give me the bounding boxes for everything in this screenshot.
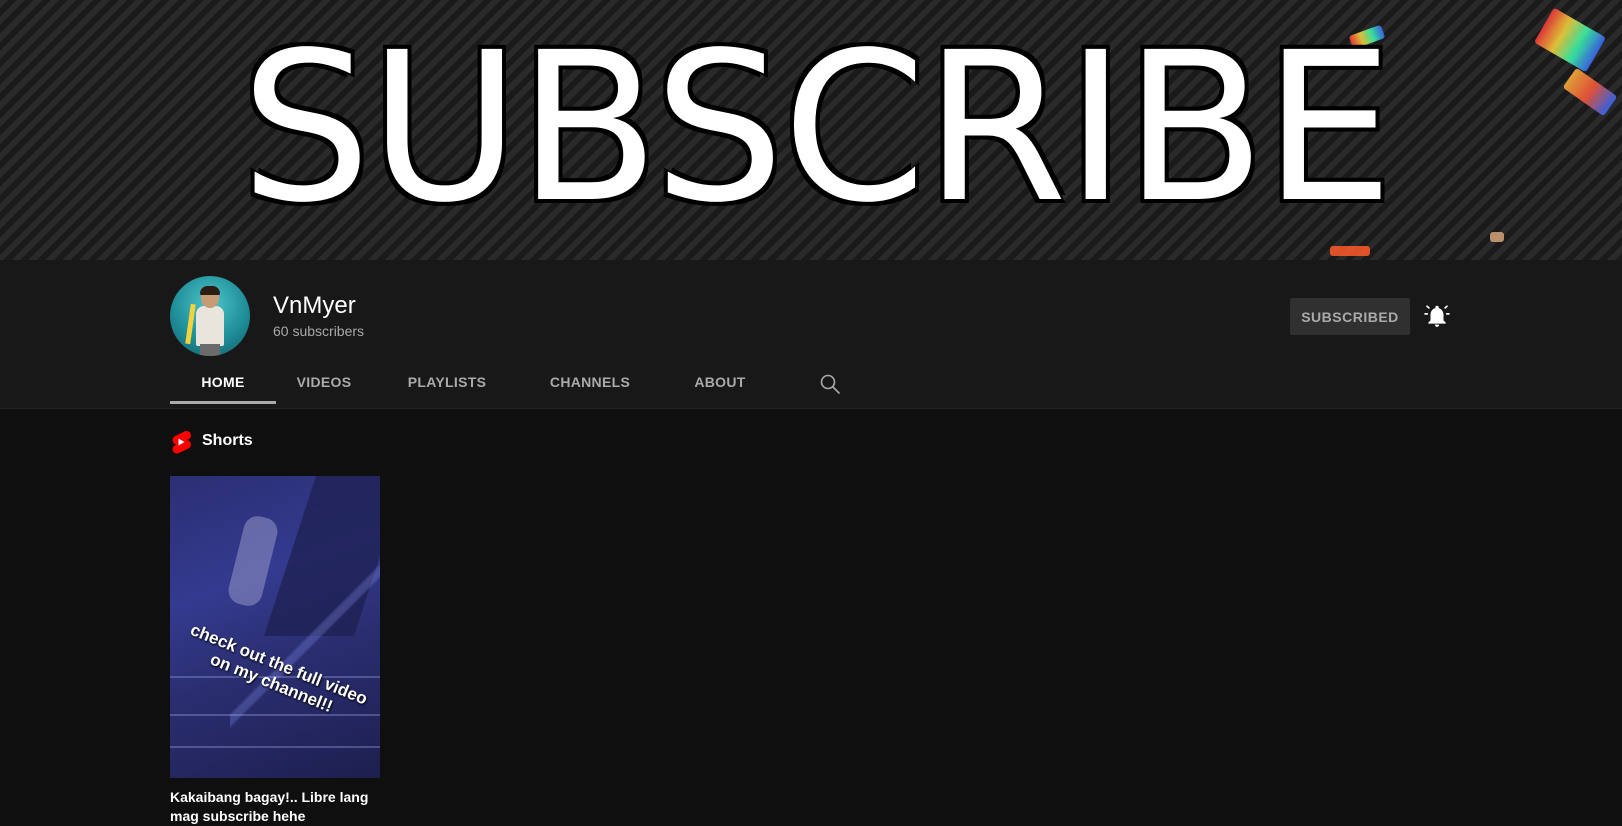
tab-about[interactable]: ABOUT bbox=[692, 360, 748, 408]
header-divider bbox=[0, 408, 1622, 409]
subscribed-button[interactable]: SUBSCRIBED bbox=[1290, 298, 1410, 335]
channel-avatar[interactable] bbox=[170, 276, 250, 356]
tab-videos[interactable]: VIDEOS bbox=[294, 360, 354, 408]
shorts-section-title: Shorts bbox=[202, 432, 253, 449]
short-thumbnail[interactable]: check out the full video on my channel!! bbox=[170, 476, 380, 778]
tab-home[interactable]: HOME bbox=[170, 360, 276, 408]
shorts-icon bbox=[170, 430, 192, 454]
subscriber-count: 60 subscribers bbox=[273, 323, 365, 339]
channel-name: VnMyer bbox=[273, 292, 356, 319]
channel-header: VnMyer 60 subscribers SUBSCRIBED HOME VI… bbox=[0, 260, 1622, 408]
bell-active-icon[interactable] bbox=[1424, 303, 1450, 329]
tab-playlists[interactable]: PLAYLISTS bbox=[406, 360, 488, 408]
tab-channels[interactable]: CHANNELS bbox=[548, 360, 632, 408]
banner-title: SUBSCRIBE bbox=[240, 8, 1393, 248]
short-card[interactable]: check out the full video on my channel!!… bbox=[170, 476, 380, 826]
search-icon[interactable] bbox=[818, 372, 842, 396]
channel-banner: SUBSCRIBE bbox=[0, 0, 1622, 260]
short-title[interactable]: Kakaibang bagay!.. Libre lang mag subscr… bbox=[170, 788, 370, 826]
